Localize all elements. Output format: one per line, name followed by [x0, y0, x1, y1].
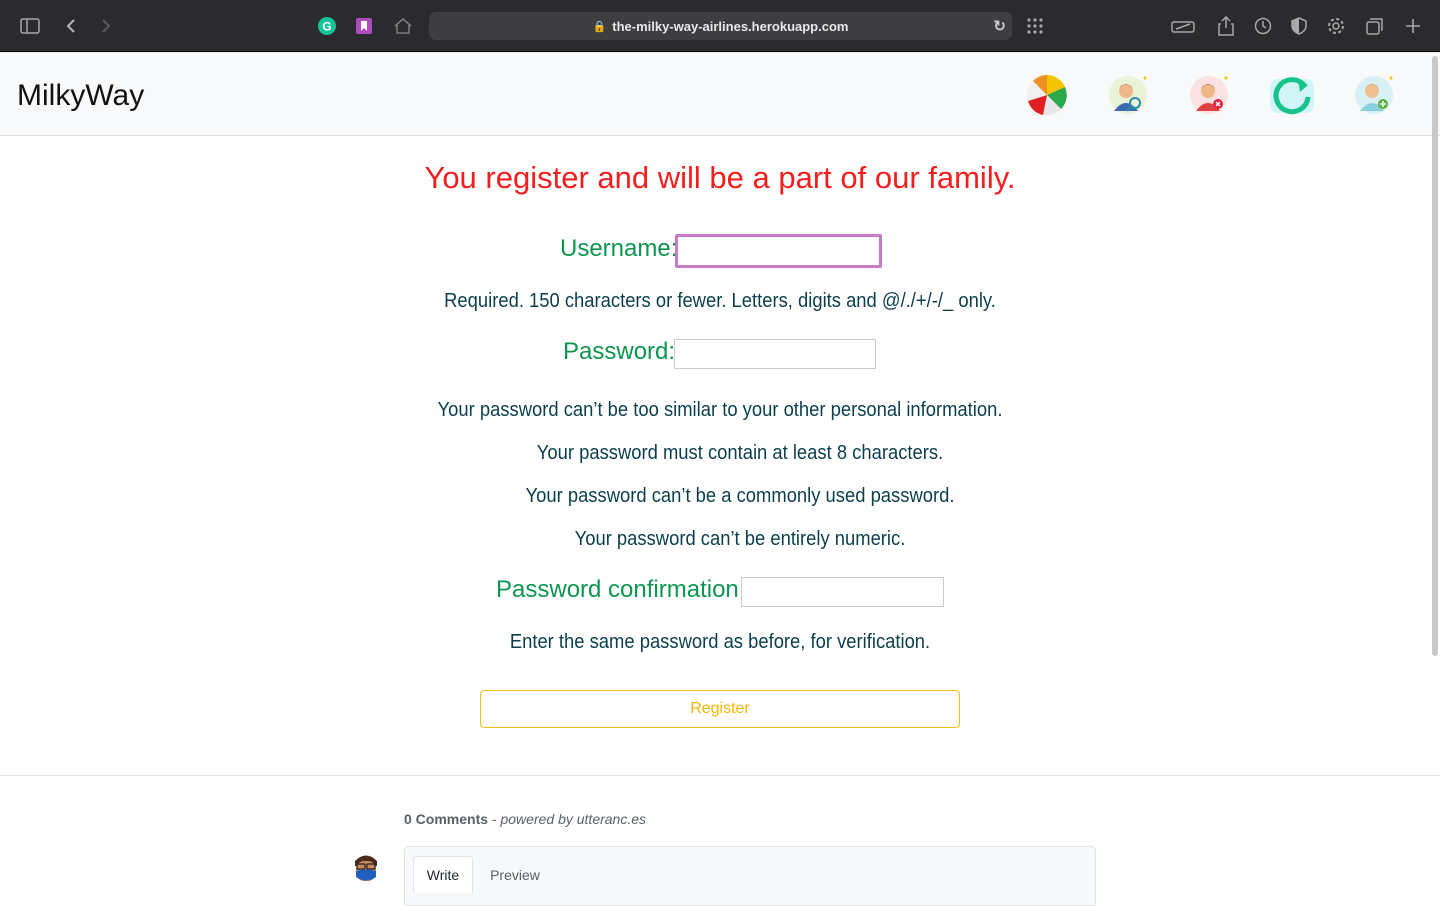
password-input[interactable]: [674, 339, 876, 369]
password-help-2: Your password must contain at least 8 ch…: [536, 442, 944, 464]
password-confirmation-input[interactable]: [741, 577, 944, 607]
powered-by-link[interactable]: powered by utteranc.es: [500, 811, 646, 827]
search-user-icon[interactable]: [1106, 73, 1150, 117]
svg-text:G: G: [322, 20, 331, 34]
gear-icon[interactable]: [1324, 14, 1348, 38]
share-icon[interactable]: [1214, 14, 1238, 38]
back-icon[interactable]: [59, 14, 83, 38]
password-label: Password:: [563, 338, 676, 365]
sidebar-toggle-icon[interactable]: [18, 14, 42, 38]
history-icon[interactable]: [1251, 14, 1275, 38]
add-user-icon[interactable]: [1352, 73, 1396, 117]
reload-icon[interactable]: ↻: [993, 17, 1006, 35]
grid-icon[interactable]: [1023, 14, 1047, 38]
refresh-icon[interactable]: [1268, 73, 1314, 117]
avatar[interactable]: [352, 852, 380, 884]
reader-icon[interactable]: [1171, 14, 1195, 38]
app-navbar: MilkyWay: [0, 52, 1440, 136]
comment-editor: Write Preview: [404, 846, 1096, 906]
dashboard-chart-icon[interactable]: [1025, 73, 1069, 117]
page-scrollbar[interactable]: [1432, 56, 1438, 656]
comments-header: 0 Comments - powered by utteranc.es: [404, 811, 646, 827]
password-help-1: Your password can’t be too similar to yo…: [437, 399, 1003, 421]
browser-toolbar: G 🔒 the-milky-way-airlines.herokuapp.com…: [0, 0, 1440, 52]
page-title: You register and will be a part of our f…: [424, 160, 1016, 195]
new-tab-icon[interactable]: [1401, 14, 1425, 38]
username-help-text: Required. 150 characters or fewer. Lette…: [444, 290, 996, 312]
password-confirmation-label: Password confirmation:: [496, 576, 746, 603]
home-icon[interactable]: [391, 14, 415, 38]
register-button[interactable]: Register: [480, 690, 960, 728]
tabs-overview-icon[interactable]: [1363, 14, 1387, 38]
grammarly-icon[interactable]: G: [315, 14, 339, 38]
password-help-3: Your password can’t be a commonly used p…: [525, 485, 955, 507]
tab-preview[interactable]: Preview: [483, 856, 547, 893]
brand-logo[interactable]: MilkyWay: [17, 79, 144, 113]
remove-user-icon[interactable]: [1187, 73, 1231, 117]
username-label: Username:: [560, 235, 678, 262]
tab-write[interactable]: Write: [413, 856, 473, 893]
comments-count: 0 Comments: [404, 811, 489, 827]
password-confirmation-help: Enter the same password as before, for v…: [509, 631, 931, 653]
address-bar[interactable]: 🔒 the-milky-way-airlines.herokuapp.com ↻: [429, 12, 1012, 40]
bookmark-extension-icon[interactable]: [352, 14, 376, 38]
forward-icon[interactable]: [94, 14, 118, 38]
section-divider: [0, 775, 1440, 776]
shield-icon[interactable]: [1287, 14, 1311, 38]
password-help-4: Your password can’t be entirely numeric.: [574, 528, 906, 550]
url-text: the-milky-way-airlines.herokuapp.com: [612, 18, 849, 34]
lock-icon: 🔒: [592, 20, 607, 33]
username-input[interactable]: [675, 234, 882, 268]
